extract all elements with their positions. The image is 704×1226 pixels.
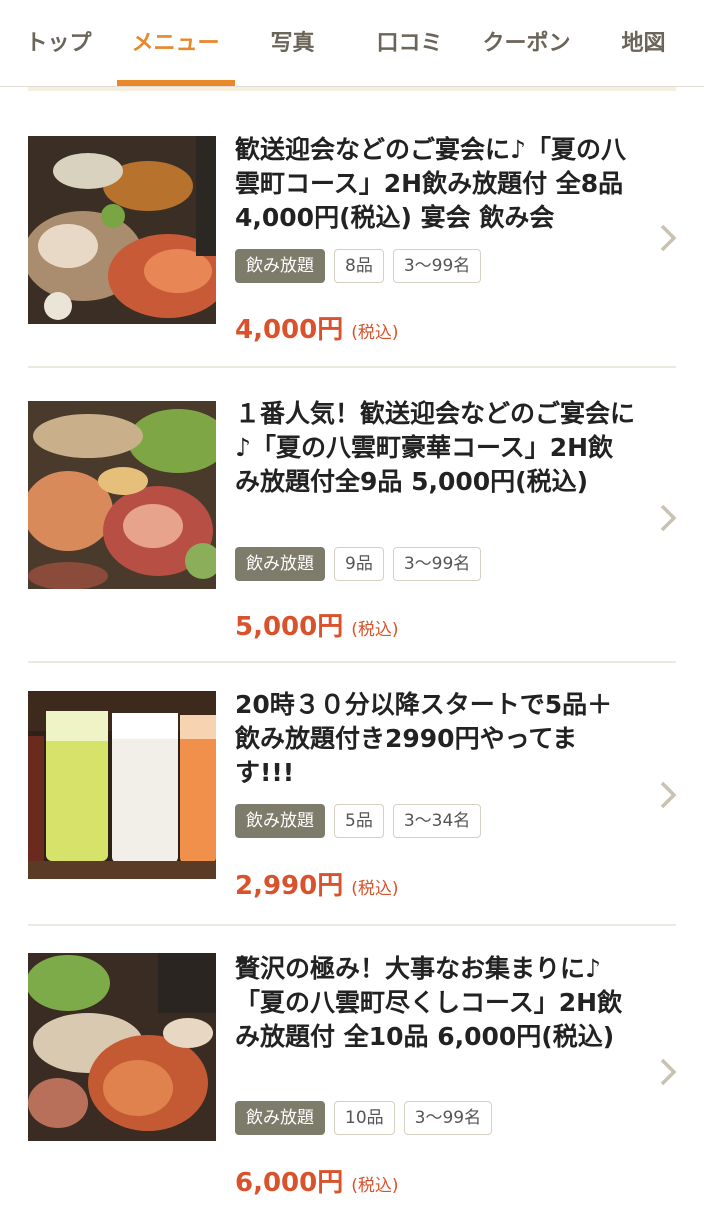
tab-reviews[interactable]: 口コミ [351, 0, 468, 86]
chevron-right-icon[interactable] [656, 222, 680, 254]
course-tags: 飲み放題 5品 3〜34名 [235, 804, 482, 838]
tab-bar: トップ メニュー 写真 口コミ クーポン 地図 [0, 0, 704, 87]
chevron-right-icon[interactable] [656, 502, 680, 534]
course-card[interactable]: 贅沢の極み！大事なお集まりに♪「夏の八雲町尽くしコース」2H飲み放題付 全10品… [28, 926, 677, 1226]
price-amount: 2,990円 [235, 871, 344, 901]
price-tax-note: (税込) [351, 620, 399, 640]
drink-plan-tag: 飲み放題 [235, 547, 325, 581]
course-tags: 飲み放題 9品 3〜99名 [235, 547, 482, 581]
chevron-right-icon[interactable] [656, 779, 680, 811]
course-image[interactable] [28, 953, 216, 1141]
active-tab-indicator [117, 80, 235, 86]
course-tags: 飲み放題 10品 3〜99名 [235, 1101, 493, 1135]
course-title[interactable]: １番人気！歓送迎会などのご宴会に♪「夏の八雲町豪華コース」2H飲み放題付全9品 … [235, 397, 635, 499]
price-tax-note: (税込) [351, 323, 399, 343]
course-title[interactable]: 20時３０分以降スタートで5品＋飲み放題付き2990円やってます!!! [235, 688, 635, 790]
chevron-right-icon[interactable] [656, 1056, 680, 1088]
course-price: 4,000円 (税込) [235, 309, 399, 346]
drink-plan-tag: 飲み放題 [235, 804, 325, 838]
tab-photos[interactable]: 写真 [234, 0, 351, 86]
course-title[interactable]: 贅沢の極み！大事なお集まりに♪「夏の八雲町尽くしコース」2H飲み放題付 全10品… [235, 952, 635, 1054]
drink-plan-tag: 飲み放題 [235, 249, 325, 283]
party-size-tag: 3〜99名 [392, 249, 482, 283]
tab-top[interactable]: トップ [0, 0, 117, 86]
party-size-tag: 3〜99名 [403, 1101, 493, 1135]
tab-coupons[interactable]: クーポン [468, 0, 585, 86]
tab-map[interactable]: 地図 [585, 0, 702, 86]
party-size-tag: 3〜34名 [392, 804, 482, 838]
price-amount: 4,000円 [235, 315, 344, 345]
price-tax-note: (税込) [351, 1176, 399, 1196]
course-price: 6,000円 (税込) [235, 1162, 399, 1199]
course-card[interactable]: 20時３０分以降スタートで5品＋飲み放題付き2990円やってます!!! 飲み放題… [28, 663, 677, 926]
dish-count-tag: 5品 [334, 804, 384, 838]
course-image[interactable] [28, 691, 216, 879]
price-amount: 5,000円 [235, 612, 344, 642]
course-image[interactable] [28, 401, 216, 589]
tab-menu[interactable]: メニュー [117, 0, 234, 86]
dish-count-tag: 9品 [334, 547, 384, 581]
course-card[interactable]: 歓送迎会などのご宴会に♪「夏の八雲町コース」2H飲み放題付 全8品 4,000円… [28, 91, 677, 368]
course-tags: 飲み放題 8品 3〜99名 [235, 249, 482, 283]
course-price: 2,990円 (税込) [235, 865, 399, 902]
course-card[interactable]: １番人気！歓送迎会などのご宴会に♪「夏の八雲町豪華コース」2H飲み放題付全9品 … [28, 368, 677, 663]
course-list: 歓送迎会などのご宴会に♪「夏の八雲町コース」2H飲み放題付 全8品 4,000円… [0, 91, 704, 1226]
party-size-tag: 3〜99名 [392, 547, 482, 581]
course-title[interactable]: 歓送迎会などのご宴会に♪「夏の八雲町コース」2H飲み放題付 全8品 4,000円… [235, 133, 635, 235]
course-image[interactable] [28, 136, 216, 324]
drink-plan-tag: 飲み放題 [235, 1101, 325, 1135]
dish-count-tag: 10品 [334, 1101, 395, 1135]
course-price: 5,000円 (税込) [235, 606, 399, 643]
dish-count-tag: 8品 [334, 249, 384, 283]
price-tax-note: (税込) [351, 879, 399, 899]
price-amount: 6,000円 [235, 1168, 344, 1198]
